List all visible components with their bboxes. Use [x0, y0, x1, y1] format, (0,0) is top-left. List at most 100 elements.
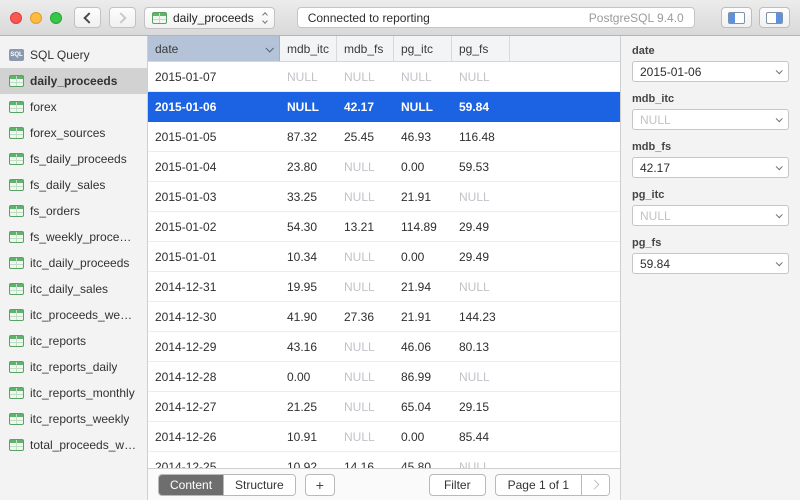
cell-date[interactable]: 2015-01-03	[148, 190, 280, 204]
cell-pg_itc[interactable]: 21.91	[394, 190, 452, 204]
sidebar-item-itc-reports-daily[interactable]: itc_reports_daily	[0, 354, 147, 380]
cell-date[interactable]: 2015-01-01	[148, 250, 280, 264]
cell-mdb_itc[interactable]: NULL	[280, 70, 337, 84]
table-row[interactable]: 2014-12-2610.91NULL0.0085.44	[148, 422, 620, 452]
cell-pg_itc[interactable]: 86.99	[394, 370, 452, 384]
sidebar-item-itc-daily-sales[interactable]: itc_daily_sales	[0, 276, 147, 302]
cell-pg_fs[interactable]: NULL	[452, 70, 510, 84]
filter-button[interactable]: Filter	[429, 474, 486, 496]
cell-mdb_itc[interactable]: NULL	[280, 100, 337, 114]
table-row[interactable]: 2015-01-07NULLNULLNULLNULL	[148, 62, 620, 92]
add-row-button[interactable]: +	[305, 474, 335, 496]
column-header-date[interactable]: date	[148, 36, 280, 61]
cell-mdb_fs[interactable]: 27.36	[337, 310, 394, 324]
next-page-button[interactable]	[582, 475, 609, 495]
sidebar-item-daily-proceeds[interactable]: daily_proceeds	[0, 68, 147, 94]
cell-mdb_itc[interactable]: 33.25	[280, 190, 337, 204]
column-header-pg_itc[interactable]: pg_itc	[394, 36, 452, 61]
zoom-button[interactable]	[50, 12, 62, 24]
cell-mdb_fs[interactable]: NULL	[337, 400, 394, 414]
cell-mdb_itc[interactable]: 10.91	[280, 430, 337, 444]
sidebar-item-itc-daily-proceeds[interactable]: itc_daily_proceeds	[0, 250, 147, 276]
toggle-left-sidebar-button[interactable]	[721, 7, 752, 28]
sidebar-item-forex[interactable]: forex	[0, 94, 147, 120]
table-row[interactable]: 2015-01-0110.34NULL0.0029.49	[148, 242, 620, 272]
cell-pg_fs[interactable]: 116.48	[452, 130, 510, 144]
cell-pg_itc[interactable]: 65.04	[394, 400, 452, 414]
cell-mdb_itc[interactable]: 23.80	[280, 160, 337, 174]
cell-pg_fs[interactable]: 29.49	[452, 250, 510, 264]
sidebar-item-total-proceeds-we[interactable]: total_proceeds_we...	[0, 432, 147, 458]
cell-date[interactable]: 2014-12-27	[148, 400, 280, 414]
field-combo-mdb_fs[interactable]: 42.17	[632, 157, 789, 178]
field-combo-date[interactable]: 2015-01-06	[632, 61, 789, 82]
cell-mdb_fs[interactable]: 14.16	[337, 460, 394, 469]
cell-pg_fs[interactable]: 59.53	[452, 160, 510, 174]
table-row[interactable]: 2014-12-2721.25NULL65.0429.15	[148, 392, 620, 422]
cell-mdb_fs[interactable]: NULL	[337, 370, 394, 384]
table-row[interactable]: 2015-01-0333.25NULL21.91NULL	[148, 182, 620, 212]
cell-pg_fs[interactable]: 59.84	[452, 100, 510, 114]
cell-mdb_fs[interactable]: 13.21	[337, 220, 394, 234]
cell-date[interactable]: 2014-12-31	[148, 280, 280, 294]
cell-date[interactable]: 2015-01-02	[148, 220, 280, 234]
cell-date[interactable]: 2014-12-30	[148, 310, 280, 324]
cell-pg_fs[interactable]: 80.13	[452, 340, 510, 354]
cell-mdb_fs[interactable]: NULL	[337, 280, 394, 294]
cell-pg_itc[interactable]: 46.06	[394, 340, 452, 354]
sidebar-item-forex-sources[interactable]: forex_sources	[0, 120, 147, 146]
sidebar-item-itc-reports-weekly[interactable]: itc_reports_weekly	[0, 406, 147, 432]
table-row[interactable]: 2014-12-280.00NULL86.99NULL	[148, 362, 620, 392]
cell-pg_fs[interactable]: NULL	[452, 280, 510, 294]
cell-mdb_fs[interactable]: NULL	[337, 190, 394, 204]
cell-pg_fs[interactable]: 85.44	[452, 430, 510, 444]
content-tab[interactable]: Content	[159, 475, 224, 495]
toggle-right-sidebar-button[interactable]	[759, 7, 790, 28]
table-row[interactable]: 2015-01-06NULL42.17NULL59.84	[148, 92, 620, 122]
cell-mdb_itc[interactable]: 54.30	[280, 220, 337, 234]
cell-pg_fs[interactable]: 29.15	[452, 400, 510, 414]
cell-mdb_itc[interactable]: 10.34	[280, 250, 337, 264]
structure-tab[interactable]: Structure	[224, 475, 295, 495]
table-row[interactable]: 2014-12-3041.9027.3621.91144.23	[148, 302, 620, 332]
column-header-mdb_fs[interactable]: mdb_fs	[337, 36, 394, 61]
field-combo-pg_itc[interactable]: NULL	[632, 205, 789, 226]
sidebar-item-fs-orders[interactable]: fs_orders	[0, 198, 147, 224]
cell-mdb_itc[interactable]: 0.00	[280, 370, 337, 384]
back-button[interactable]	[74, 7, 101, 28]
cell-date[interactable]: 2015-01-07	[148, 70, 280, 84]
cell-pg_itc[interactable]: NULL	[394, 100, 452, 114]
cell-pg_itc[interactable]: 21.91	[394, 310, 452, 324]
cell-pg_itc[interactable]: 0.00	[394, 250, 452, 264]
sidebar-item-itc-proceeds-weekly[interactable]: itc_proceeds_weekly	[0, 302, 147, 328]
cell-pg_fs[interactable]: NULL	[452, 190, 510, 204]
cell-pg_fs[interactable]: NULL	[452, 370, 510, 384]
cell-pg_fs[interactable]: NULL	[452, 460, 510, 469]
cell-mdb_fs[interactable]: NULL	[337, 250, 394, 264]
cell-mdb_itc[interactable]: 19.95	[280, 280, 337, 294]
cell-mdb_fs[interactable]: 42.17	[337, 100, 394, 114]
table-row[interactable]: 2014-12-2943.16NULL46.0680.13	[148, 332, 620, 362]
cell-pg_itc[interactable]: 0.00	[394, 160, 452, 174]
table-selector-dropdown[interactable]: daily_proceeds	[144, 7, 275, 29]
sidebar-item-itc-reports-monthly[interactable]: itc_reports_monthly	[0, 380, 147, 406]
cell-pg_itc[interactable]: NULL	[394, 70, 452, 84]
cell-mdb_fs[interactable]: NULL	[337, 340, 394, 354]
cell-pg_itc[interactable]: 114.89	[394, 220, 452, 234]
field-combo-pg_fs[interactable]: 59.84	[632, 253, 789, 274]
table-row[interactable]: 2015-01-0423.80NULL0.0059.53	[148, 152, 620, 182]
sidebar-item-fs-weekly-proceeds[interactable]: fs_weekly_proceeds	[0, 224, 147, 250]
cell-date[interactable]: 2015-01-06	[148, 100, 280, 114]
sidebar-item-itc-reports[interactable]: itc_reports	[0, 328, 147, 354]
cell-date[interactable]: 2015-01-04	[148, 160, 280, 174]
table-row[interactable]: 2014-12-3119.95NULL21.94NULL	[148, 272, 620, 302]
close-button[interactable]	[10, 12, 22, 24]
cell-pg_itc[interactable]: 45.80	[394, 460, 452, 469]
cell-date[interactable]: 2014-12-25	[148, 460, 280, 469]
sidebar-item-sql-query[interactable]: SQLSQL Query	[0, 42, 147, 68]
sidebar-item-fs-daily-sales[interactable]: fs_daily_sales	[0, 172, 147, 198]
cell-mdb_fs[interactable]: 25.45	[337, 130, 394, 144]
cell-pg_itc[interactable]: 21.94	[394, 280, 452, 294]
cell-mdb_fs[interactable]: NULL	[337, 430, 394, 444]
column-header-mdb_itc[interactable]: mdb_itc	[280, 36, 337, 61]
